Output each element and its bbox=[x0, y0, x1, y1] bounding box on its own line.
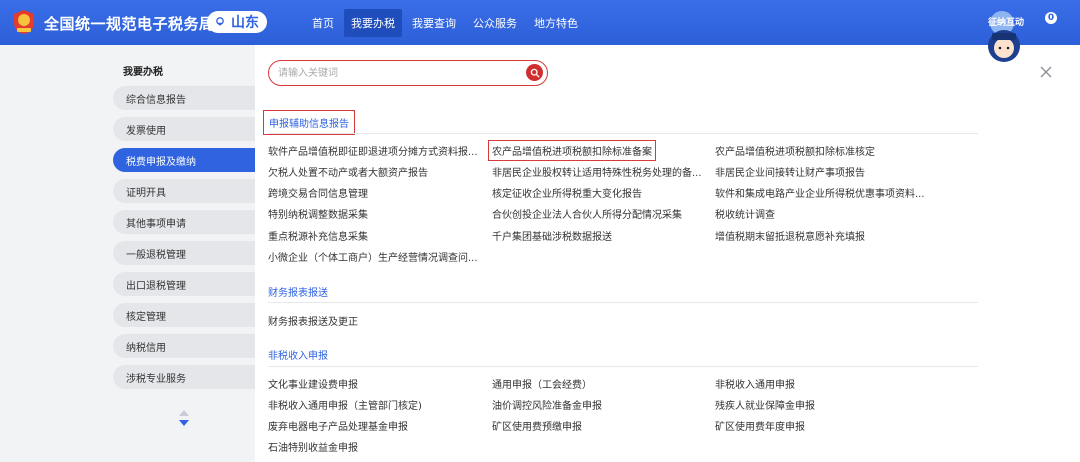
service-link[interactable]: 小微企业（个体工商户）生产经营情况调查问... bbox=[268, 249, 478, 264]
service-link[interactable]: 农产品增值税进项税额扣除标准核定 bbox=[715, 143, 875, 158]
nav-tax-handling[interactable]: 我要办税 bbox=[344, 8, 402, 37]
main-nav: 首页 我要办税 我要查询 公众服务 地方特色 bbox=[305, 0, 588, 45]
sidebar-item-professional-service[interactable]: 涉税专业服务 bbox=[113, 365, 255, 389]
search-input[interactable] bbox=[278, 65, 518, 81]
service-link[interactable]: 税收统计调查 bbox=[715, 206, 775, 221]
region-name: 山东 bbox=[231, 15, 259, 31]
nav-local-features[interactable]: 地方特色 bbox=[527, 9, 585, 37]
service-link[interactable]: 废弃电器电子产品处理基金申报 bbox=[268, 418, 408, 433]
scroll-updown-icon[interactable] bbox=[177, 408, 191, 428]
section-title-non-tax-revenue: 非税收入申报 bbox=[268, 351, 328, 362]
section-divider bbox=[268, 133, 978, 134]
service-link[interactable]: 残疾人就业保障金申报 bbox=[715, 397, 815, 412]
section-divider bbox=[268, 366, 978, 367]
service-link[interactable]: 矿区使用费年度申报 bbox=[715, 418, 805, 433]
sidebar-item-invoice[interactable]: 发票使用 bbox=[113, 117, 255, 141]
sidebar-item-other-applications[interactable]: 其他事项申请 bbox=[113, 210, 255, 234]
service-link[interactable]: 非居民企业股权转让适用特殊性税务处理的备... bbox=[492, 164, 702, 179]
service-link[interactable]: 矿区使用费预缴申报 bbox=[492, 418, 582, 433]
service-link[interactable]: 文化事业建设费申报 bbox=[268, 376, 358, 391]
sidebar-item-comprehensive-report[interactable]: 综合信息报告 bbox=[113, 86, 255, 110]
nav-query[interactable]: 我要查询 bbox=[405, 9, 463, 37]
service-link[interactable]: 油价调控风险准备金申报 bbox=[492, 397, 602, 412]
service-link[interactable]: 核定征收企业所得税重大变化报告 bbox=[492, 185, 642, 200]
service-link-highlighted[interactable]: 农产品增值税进项税额扣除标准备案 bbox=[488, 140, 656, 161]
sidebar-item-general-refund[interactable]: 一般退税管理 bbox=[113, 241, 255, 265]
service-link[interactable]: 软件和集成电路产业企业所得税优惠事项资料... bbox=[715, 185, 925, 200]
service-link[interactable]: 千户集团基础涉税数据报送 bbox=[492, 228, 612, 243]
service-link[interactable]: 通用申报（工会经费） bbox=[492, 376, 592, 391]
notification-badge[interactable]: 0 bbox=[1045, 12, 1057, 24]
tax-emblem-icon bbox=[14, 10, 34, 34]
nav-home[interactable]: 首页 bbox=[305, 9, 341, 37]
sidebar-item-tax-declaration[interactable]: 税费申报及缴纳 bbox=[113, 148, 255, 172]
service-link[interactable]: 非居民企业间接转让财产事项报告 bbox=[715, 164, 865, 179]
search-icon bbox=[530, 68, 539, 77]
location-pin-icon bbox=[216, 17, 224, 26]
service-link[interactable]: 欠税人处置不动产或者大额资产报告 bbox=[268, 164, 428, 179]
section-divider bbox=[268, 302, 978, 303]
service-link[interactable]: 特别纳税调整数据采集 bbox=[268, 206, 368, 221]
service-link[interactable]: 财务报表报送及更正 bbox=[268, 313, 358, 328]
service-link[interactable]: 增值税期末留抵退税意愿补充填报 bbox=[715, 228, 865, 243]
section-title-financial-statements: 财务报表报送 bbox=[268, 288, 328, 299]
nav-public-service[interactable]: 公众服务 bbox=[466, 9, 524, 37]
service-link[interactable]: 跨境交易合同信息管理 bbox=[268, 185, 368, 200]
service-link[interactable]: 石油特别收益金申报 bbox=[268, 439, 358, 454]
site-title[interactable]: 全国统一规范电子税务局 bbox=[44, 13, 215, 34]
service-link[interactable]: 非税收入通用申报（主管部门核定) bbox=[268, 397, 422, 412]
service-link[interactable]: 软件产品增值税即征即退进项分摊方式资料报... bbox=[268, 143, 478, 158]
section-title-declaration-aux: 申报辅助信息报告 bbox=[263, 110, 355, 135]
sidebar-item-export-refund[interactable]: 出口退税管理 bbox=[113, 272, 255, 296]
region-selector[interactable]: 山东 bbox=[207, 11, 267, 33]
close-icon[interactable] bbox=[1040, 66, 1052, 78]
top-header: 全国统一规范电子税务局 山东 首页 我要办税 我要查询 公众服务 地方特色 征纳… bbox=[0, 0, 1080, 62]
search-button[interactable] bbox=[526, 64, 543, 81]
sidebar-item-assessment[interactable]: 核定管理 bbox=[113, 303, 255, 327]
search-box bbox=[268, 60, 548, 86]
service-link[interactable]: 非税收入通用申报 bbox=[715, 376, 795, 391]
service-link[interactable]: 合伙创投企业法人合伙人所得分配情况采集 bbox=[492, 206, 682, 221]
sidebar-title: 我要办税 bbox=[123, 67, 163, 78]
sidebar-item-certificate[interactable]: 证明开具 bbox=[113, 179, 255, 203]
service-link[interactable]: 重点税源补充信息采集 bbox=[268, 228, 368, 243]
assistant-label: 征纳互动 bbox=[988, 18, 1025, 28]
sidebar-item-credit[interactable]: 纳税信用 bbox=[113, 334, 255, 358]
